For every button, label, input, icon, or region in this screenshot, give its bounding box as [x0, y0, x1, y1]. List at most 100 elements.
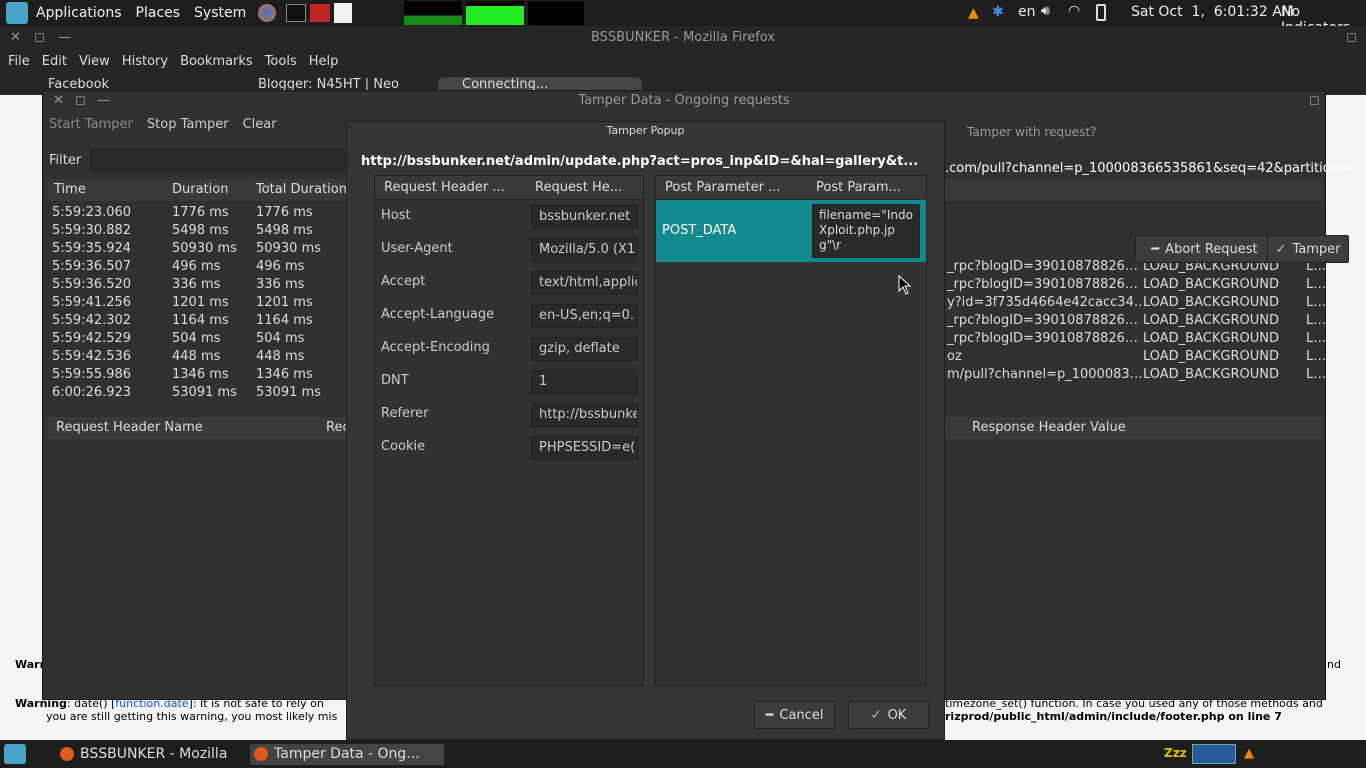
- check-icon: ✓: [1275, 241, 1287, 257]
- header-row[interactable]: Host bssbunker.net: [375, 200, 643, 233]
- tamper-close-icon[interactable]: ✕: [53, 91, 64, 111]
- distro-logo-icon[interactable]: [6, 2, 28, 24]
- clock[interactable]: Sat Oct 1, 6:01:32 AM: [1131, 4, 1294, 20]
- menu-help[interactable]: Help: [309, 54, 339, 69]
- header-value-field[interactable]: gzip, deflate: [531, 337, 638, 361]
- col-time[interactable]: Time: [54, 182, 86, 197]
- terminal-launcher-icon[interactable]: [286, 4, 307, 22]
- header-value-field[interactable]: bssbunker.net: [531, 205, 638, 229]
- firefox-launcher-icon[interactable]: [258, 4, 277, 22]
- vlc-icon[interactable]: ▲: [1244, 746, 1254, 761]
- col-request-header-name[interactable]: Request Header Name: [56, 420, 203, 435]
- cell-url: y?id=3f735d4664e42cacc34…: [947, 295, 1147, 310]
- cell-total-duration: 1346 ms: [256, 367, 313, 382]
- request-headers-header: Request Header ... Request He...: [375, 176, 643, 200]
- header-name: Accept-Encoding: [381, 340, 490, 355]
- places-menu[interactable]: Places: [136, 5, 181, 21]
- show-desktop-icon[interactable]: [4, 744, 26, 764]
- cell-load-type: LOAD_BACKGROUND: [1143, 331, 1279, 346]
- cell-duration: 1776 ms: [172, 205, 229, 220]
- header-value-field[interactable]: 1: [531, 370, 638, 394]
- header-row[interactable]: Accept text/html,applic: [375, 266, 643, 299]
- header-row[interactable]: Accept-Language en-US,en;q=0.: [375, 299, 643, 332]
- col-request-header-name[interactable]: Request Header ...: [384, 180, 505, 195]
- task-tamper-data[interactable]: Tamper Data - Ong...: [250, 744, 444, 765]
- col-response-header-value[interactable]: Response Header Value: [972, 420, 1126, 435]
- tamper-maximize-icon[interactable]: ◻: [75, 91, 86, 111]
- minimize-icon[interactable]: —: [58, 26, 71, 49]
- clear-button[interactable]: Clear: [243, 117, 277, 137]
- cell-total-duration: 336 ms: [256, 277, 305, 292]
- menu-edit[interactable]: Edit: [42, 54, 67, 69]
- col-duration[interactable]: Duration: [172, 182, 228, 197]
- restore-icon[interactable]: ◻: [1346, 26, 1357, 49]
- abort-request-button[interactable]: ━ Abort Request: [1135, 235, 1274, 263]
- col-request-header-value[interactable]: Request He...: [535, 180, 622, 195]
- keyboard-layout[interactable]: en: [1018, 4, 1036, 20]
- cell-total-duration: 53091 ms: [256, 385, 321, 400]
- menu-file[interactable]: File: [8, 54, 30, 69]
- maximize-icon[interactable]: ◻: [34, 26, 45, 49]
- cell-load-type: LOAD_BACKGROUND: [1143, 367, 1279, 382]
- ok-button[interactable]: ✓ OK: [848, 701, 929, 729]
- document-launcher-icon[interactable]: [334, 3, 353, 23]
- menu-bookmarks[interactable]: Bookmarks: [180, 54, 253, 69]
- battery-icon[interactable]: [1096, 4, 1106, 21]
- system-menu[interactable]: System: [194, 5, 246, 21]
- vlc-tray-icon[interactable]: ▲: [968, 5, 979, 21]
- header-value-field[interactable]: Mozilla/5.0 (X11: [531, 238, 638, 262]
- post-data-row[interactable]: POST_DATA filename="IndoXploit.php.jpg"\…: [656, 200, 926, 262]
- header-value-field[interactable]: en-US,en;q=0.: [531, 304, 638, 328]
- header-value-field[interactable]: http://bssbunke: [531, 403, 638, 427]
- applications-menu[interactable]: Applications: [36, 5, 122, 21]
- volume-icon[interactable]: 🔊︎: [1041, 3, 1050, 19]
- col-post-parameter-value[interactable]: Post Param...: [816, 180, 901, 195]
- cell-time: 5:59:42.536: [52, 349, 132, 364]
- header-row[interactable]: Referer http://bssbunke: [375, 398, 643, 431]
- tamper-minimize-icon[interactable]: —: [97, 91, 110, 111]
- header-name: Cookie: [381, 439, 426, 454]
- cell-time: 5:59:41.256: [52, 295, 132, 310]
- cancel-button[interactable]: ━ Cancel: [754, 701, 835, 729]
- header-value-field[interactable]: PHPSESSID=e(: [531, 436, 638, 460]
- cell-total-duration: 5498 ms: [256, 223, 313, 238]
- bluetooth-icon[interactable]: ✱: [992, 4, 1004, 20]
- cell-load-type: LOAD_BACKGROUND: [1143, 295, 1279, 310]
- cell-url: _rpc?blogID=39010878826…: [947, 259, 1138, 274]
- popup-title: Tamper Popup: [606, 124, 685, 137]
- header-name: DNT: [381, 373, 409, 388]
- stop-tamper-button[interactable]: Stop Tamper: [147, 117, 229, 137]
- cell-total-duration: 504 ms: [256, 331, 305, 346]
- firefox-icon: [60, 747, 74, 761]
- cell-duration: 496 ms: [172, 259, 221, 274]
- cpu-monitor-graph: [404, 1, 463, 25]
- start-tamper-button[interactable]: Start Tamper: [49, 117, 133, 137]
- editor-launcher-icon[interactable]: [310, 4, 331, 22]
- tamper-window-title: Tamper Data - Ongoing requests: [578, 93, 790, 108]
- tamper-restore-icon[interactable]: ◻: [1309, 91, 1320, 111]
- filter-input[interactable]: [90, 149, 350, 173]
- header-row[interactable]: Accept-Encoding gzip, deflate: [375, 332, 643, 365]
- cell-extra: L…: [1306, 277, 1327, 292]
- firefox-menubar: File Edit View History Bookmarks Tools H…: [0, 49, 1366, 73]
- header-row[interactable]: DNT 1: [375, 365, 643, 398]
- cell-extra: L…: [1306, 313, 1327, 328]
- menu-tools[interactable]: Tools: [265, 54, 297, 69]
- wifi-icon[interactable]: ◠: [1068, 3, 1080, 19]
- header-row[interactable]: User-Agent Mozilla/5.0 (X11: [375, 233, 643, 266]
- menu-view[interactable]: View: [79, 54, 110, 69]
- filter-label: Filter: [49, 153, 82, 168]
- col-total-duration[interactable]: Total Duration: [256, 182, 347, 197]
- cell-duration: 504 ms: [172, 331, 221, 346]
- menu-history[interactable]: History: [122, 54, 168, 69]
- header-row[interactable]: Cookie PHPSESSID=e(: [375, 431, 643, 464]
- tamper-popup: Tamper Popup http://bssbunker.net/admin/…: [346, 121, 945, 740]
- header-value-field[interactable]: text/html,applic: [531, 271, 638, 295]
- col-post-parameter-name[interactable]: Post Parameter ...: [665, 180, 781, 195]
- workspace-switcher[interactable]: [1192, 744, 1236, 764]
- warning-line-3: you are still getting this warning, you …: [46, 710, 338, 723]
- task-firefox[interactable]: BSSBUNKER - Mozilla ...: [56, 744, 240, 768]
- post-data-value-field[interactable]: filename="IndoXploit.php.jpg"\r: [812, 204, 920, 258]
- tamper-button[interactable]: ✓ Tamper: [1267, 235, 1349, 263]
- close-icon[interactable]: ✕: [10, 26, 21, 49]
